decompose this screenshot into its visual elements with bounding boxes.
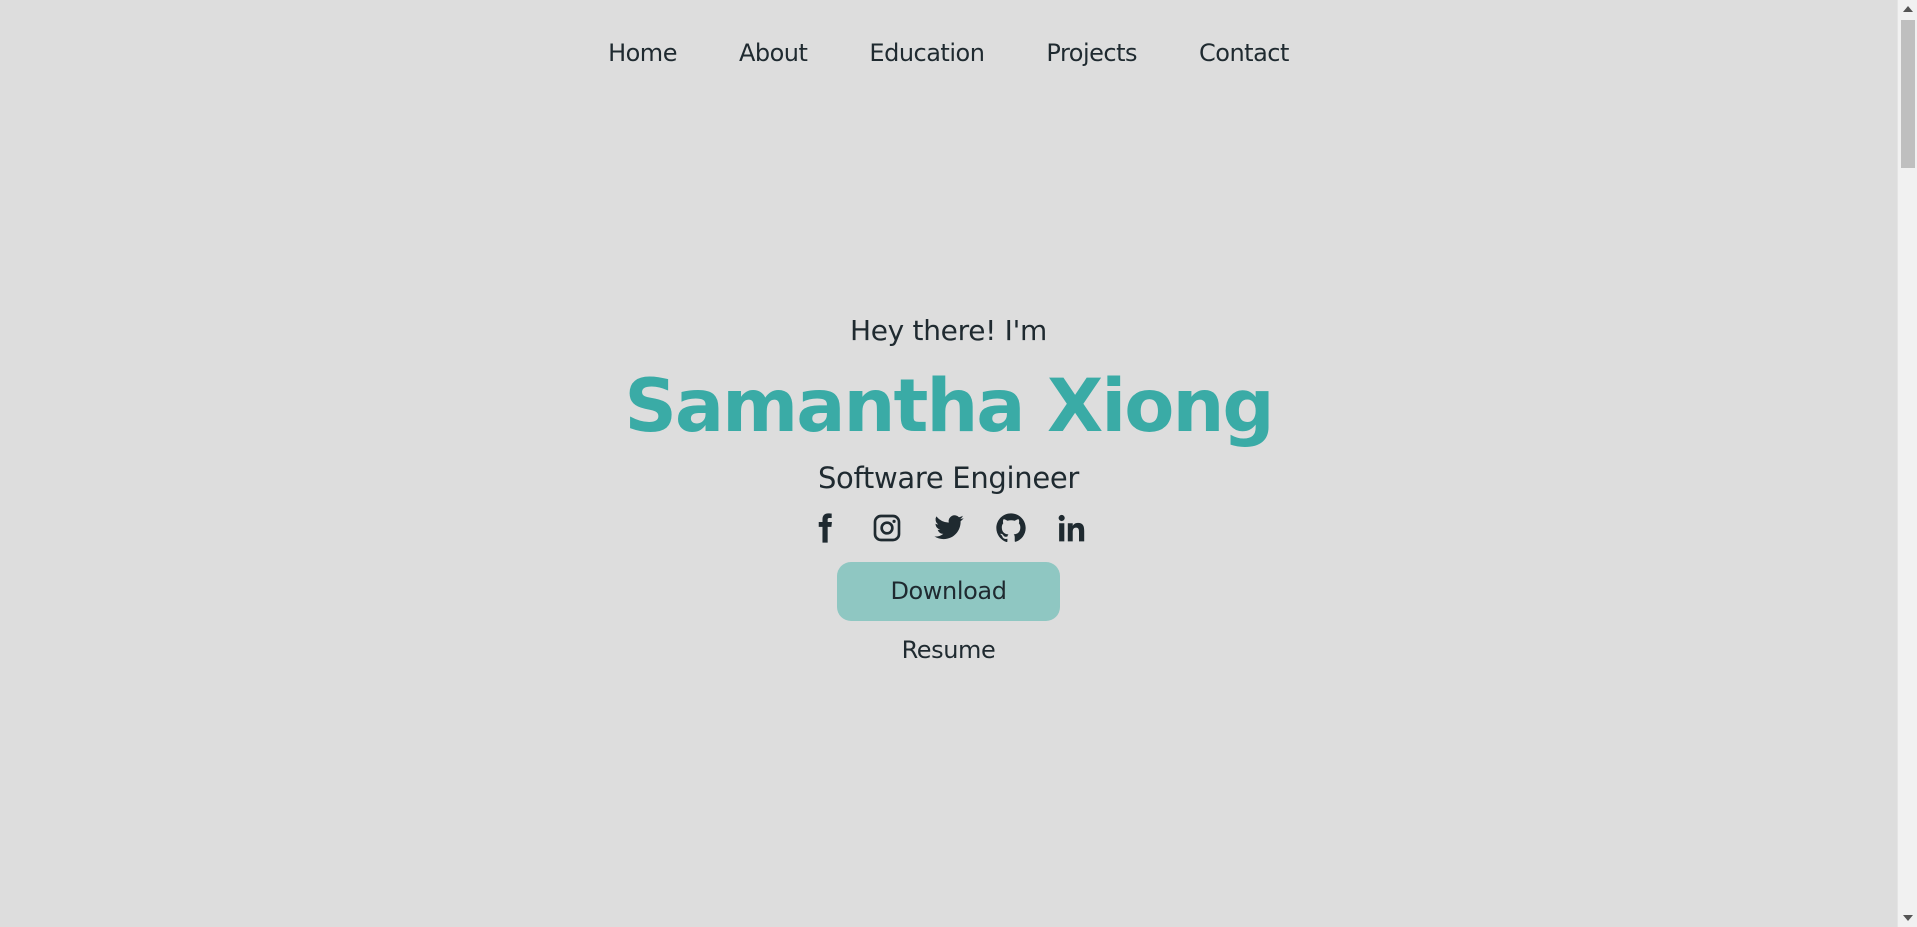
- nav-item-education[interactable]: Education: [838, 36, 1015, 70]
- social-links: [0, 510, 1897, 546]
- hero-role: Software Engineer: [817, 461, 1080, 495]
- viewport: Home About Education Projects Contact He…: [0, 0, 1897, 927]
- nav-item-home[interactable]: Home: [577, 36, 708, 70]
- hero-section: Hey there! I'm Samantha Xiong Software E…: [0, 310, 1897, 664]
- hero-name: Samantha Xiong: [624, 364, 1274, 449]
- page: Home About Education Projects Contact He…: [0, 0, 1917, 927]
- vertical-scrollbar[interactable]: [1897, 0, 1917, 927]
- download-resume-button[interactable]: Download Resume: [837, 562, 1060, 664]
- github-icon[interactable]: [994, 511, 1028, 545]
- facebook-icon[interactable]: [808, 511, 842, 545]
- hero-greeting: Hey there! I'm: [850, 314, 1047, 347]
- scrollbar-thumb[interactable]: [1901, 20, 1915, 168]
- top-nav: Home About Education Projects Contact: [0, 36, 1897, 70]
- scroll-up-icon[interactable]: [1903, 6, 1913, 12]
- twitter-icon[interactable]: [932, 511, 966, 545]
- nav-item-projects[interactable]: Projects: [1015, 36, 1168, 70]
- linkedin-icon[interactable]: [1056, 511, 1090, 545]
- nav-item-contact[interactable]: Contact: [1168, 36, 1320, 70]
- nav-item-about[interactable]: About: [708, 36, 838, 70]
- scroll-down-icon[interactable]: [1903, 915, 1913, 921]
- instagram-icon[interactable]: [870, 511, 904, 545]
